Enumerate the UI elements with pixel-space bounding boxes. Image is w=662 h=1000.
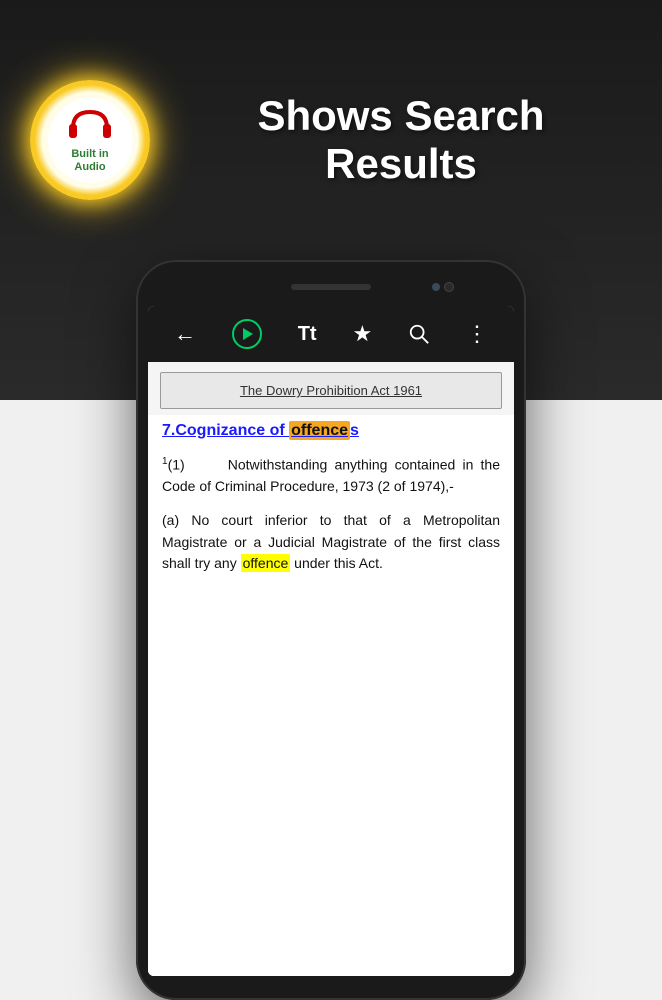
content-area: The Dowry Prohibition Act 1961 7.Cogniza… [148, 362, 514, 976]
phone-screen: ← Tt ★ [148, 306, 514, 976]
play-icon [243, 328, 253, 340]
search-icon [408, 323, 430, 345]
act-title-box: The Dowry Prohibition Act 1961 [160, 372, 502, 409]
heading-prefix: 7.Cognizance of [162, 422, 289, 439]
phone-speaker [291, 284, 371, 290]
logo-inner: Built in Audio [48, 98, 133, 183]
phone-outer: ← Tt ★ [136, 260, 526, 1000]
more-icon: ⋮ [466, 321, 488, 347]
para1-text: Notwithstanding anything contained in th… [162, 456, 500, 494]
paragraph-2: (a) No court inferior to that of a Metro… [162, 510, 500, 575]
paragraph-1: 1(1) Notwithstanding anything contained … [162, 454, 500, 498]
app-toolbar: ← Tt ★ [148, 306, 514, 362]
play-button[interactable] [224, 315, 270, 353]
search-button[interactable] [400, 319, 438, 349]
phone-camera-sensor [432, 283, 440, 291]
logo-text: Built in Audio [71, 148, 108, 174]
phone-top-bar [148, 272, 514, 302]
logo-circle: Built in Audio [30, 80, 150, 200]
back-button[interactable]: ← [166, 317, 204, 351]
para1-number: (1) [168, 456, 185, 472]
act-title: The Dowry Prohibition Act 1961 [173, 383, 489, 398]
bookmark-button[interactable]: ★ [345, 317, 381, 351]
main-title: Shows Search Results [170, 92, 632, 189]
background: Built in Audio Shows Search Results [0, 0, 662, 1000]
heading-suffix: s [350, 422, 359, 439]
section-heading: 7.Cognizance of offences [162, 419, 500, 444]
para2-label: (a) [162, 512, 179, 528]
play-circle [232, 319, 262, 349]
phone-camera [444, 282, 454, 292]
heading-highlight: offence [289, 421, 350, 440]
para2-text-after: under this Act. [290, 555, 383, 571]
text-size-button[interactable]: Tt [290, 319, 325, 350]
para2-highlight: offence [241, 554, 291, 572]
header: Built in Audio Shows Search Results [0, 0, 662, 280]
main-content: 7.Cognizance of offences 1(1) Notwithsta… [148, 415, 514, 976]
star-icon: ★ [353, 321, 373, 347]
phone-device: ← Tt ★ [136, 260, 526, 1000]
title-area: Shows Search Results [170, 92, 632, 189]
text-size-icon: Tt [298, 323, 317, 346]
more-button[interactable]: ⋮ [458, 317, 496, 351]
headphone-icon [65, 106, 115, 146]
